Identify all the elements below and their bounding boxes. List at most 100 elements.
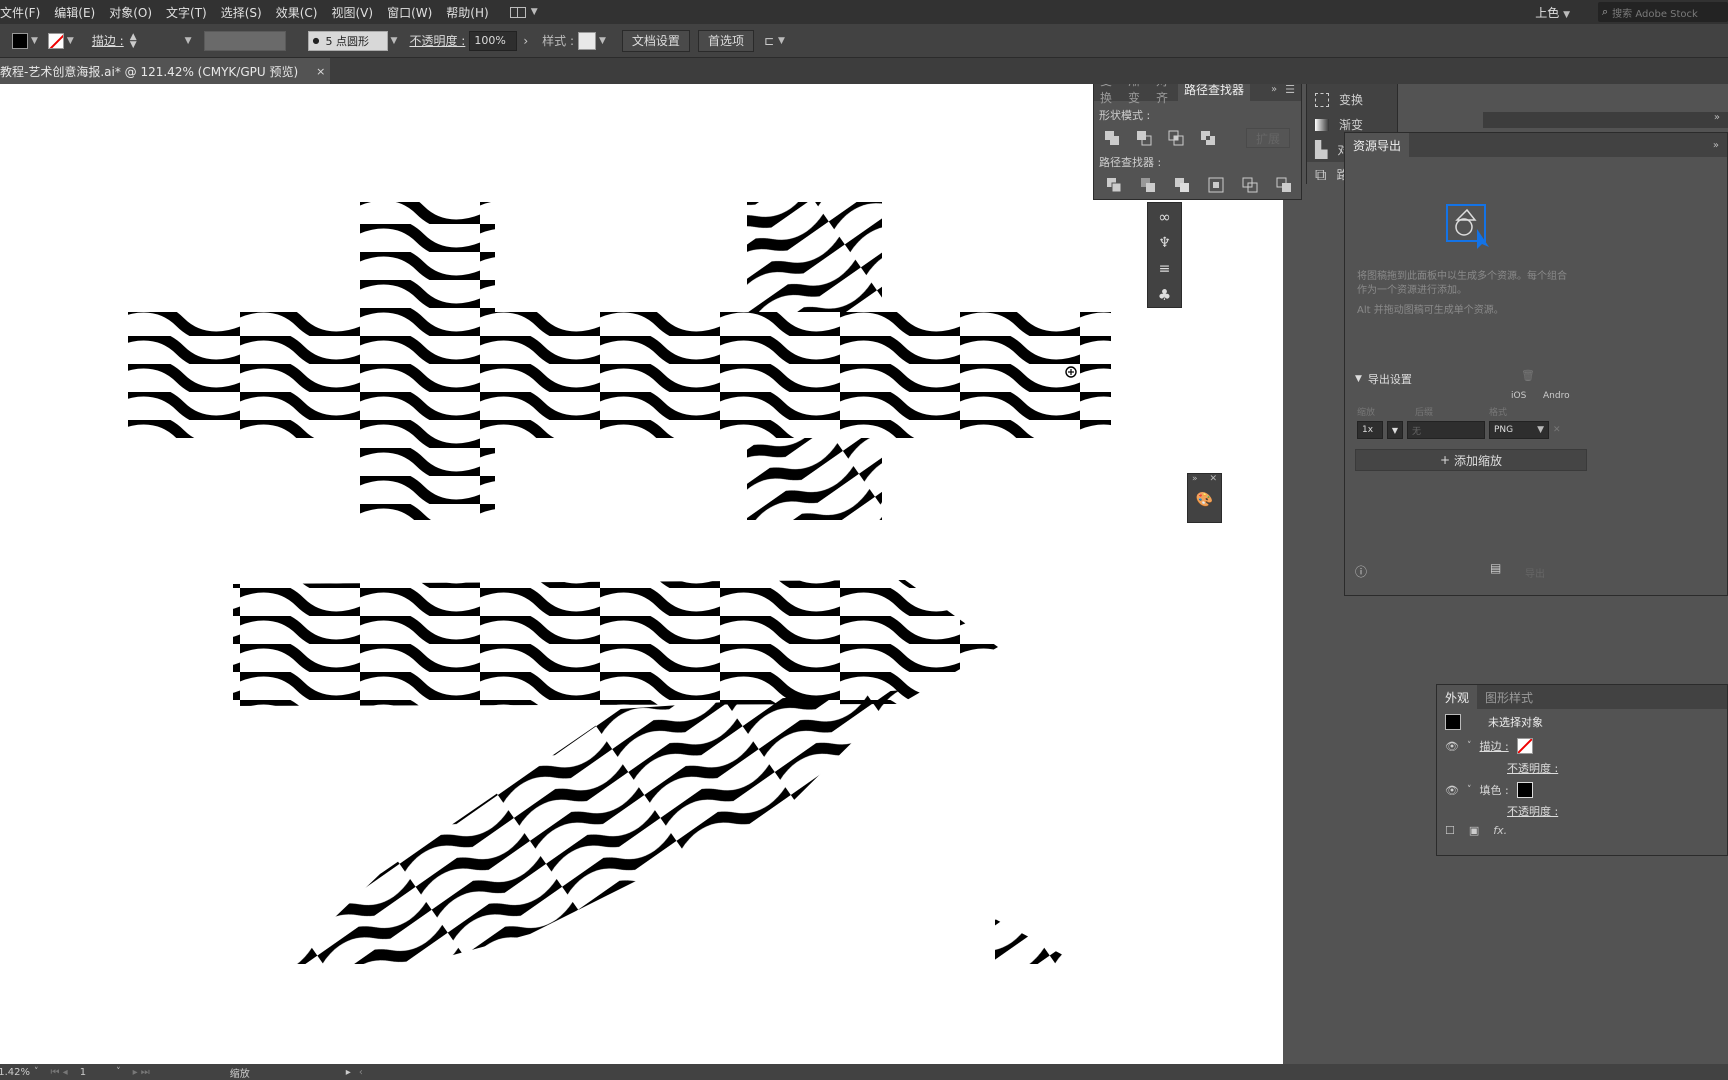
add-fill-icon[interactable]: ▣ — [1469, 824, 1479, 837]
stroke-weight-stepper[interactable]: ▲ ▼ — [130, 32, 137, 49]
appearance-fill-opacity-row[interactable]: 不透明度 : — [1437, 801, 1727, 821]
divide-icon[interactable] — [1104, 175, 1124, 195]
menu-file[interactable]: 文件(F) — [0, 4, 47, 21]
chevron-down-icon[interactable]: ˅ — [116, 1067, 121, 1077]
creative-cloud-icon[interactable]: ∞ — [1155, 207, 1175, 227]
strip-item-transform[interactable]: 变换 — [1307, 87, 1397, 112]
variable-width-field[interactable] — [203, 30, 286, 51]
minus-back-icon[interactable] — [1274, 175, 1294, 195]
opacity-field[interactable]: 100% — [469, 30, 518, 51]
palette-icon[interactable]: 🎨 — [1195, 490, 1215, 510]
asset-drop-zone[interactable] — [1445, 203, 1489, 249]
intersect-icon[interactable] — [1166, 128, 1186, 148]
stroke-swatch[interactable] — [47, 32, 64, 49]
tab-asset-export[interactable]: 资源导出 — [1345, 133, 1410, 157]
export-for-screens-icon[interactable]: ▤ — [1490, 561, 1501, 575]
tab-gradient[interactable]: 渐变 — [1122, 84, 1150, 106]
info-icon[interactable]: ⓘ — [1355, 563, 1367, 580]
chevron-down-icon[interactable]: ▼ — [185, 36, 192, 46]
stroke-attr-swatch[interactable] — [1516, 738, 1533, 754]
menu-window[interactable]: 窗口(W) — [380, 4, 439, 21]
collapse-icon[interactable]: » — [1271, 84, 1277, 95]
suffix-input[interactable]: 无 — [1407, 421, 1485, 439]
visibility-eye-icon[interactable]: 👁 — [1445, 784, 1459, 797]
chevron-right-icon[interactable]: › — [523, 34, 528, 48]
close-icon[interactable]: ✕ — [1209, 474, 1217, 484]
close-icon[interactable]: ✕ — [1383, 84, 1391, 87]
exclude-icon[interactable] — [1198, 128, 1218, 148]
chevron-down-icon[interactable]: ▼ — [778, 36, 785, 46]
brushes-icon[interactable]: ♆ — [1155, 233, 1175, 253]
tab-align[interactable]: 对齐 — [1150, 84, 1178, 106]
scale-select[interactable]: 1x — [1357, 421, 1383, 439]
chevron-down-icon[interactable]: ▼ — [599, 36, 606, 46]
trim-icon[interactable] — [1138, 175, 1158, 195]
chevron-down-icon[interactable]: ˅ — [34, 1067, 39, 1077]
tab-appearance[interactable]: 外观 — [1437, 685, 1478, 709]
workspace-switcher[interactable]: 上色 ▼ — [1535, 4, 1570, 21]
stroke-opacity-label[interactable]: 不透明度 : — [1507, 760, 1558, 776]
collapse-icon[interactable]: » — [1714, 112, 1720, 123]
add-scale-button[interactable]: + 添加缩放 — [1355, 449, 1587, 471]
collapse-icon[interactable]: » — [1192, 474, 1198, 484]
menu-select[interactable]: 选择(S) — [214, 4, 269, 21]
opacity-label[interactable]: 不透明度 : — [409, 32, 465, 49]
remove-row-icon[interactable]: ✕ — [1553, 425, 1561, 435]
first-artboard-icon[interactable]: ⏮ ◂ — [51, 1067, 68, 1078]
menu-view[interactable]: 视图(V) — [324, 4, 380, 21]
panel-menu-icon[interactable]: ☰ — [1285, 84, 1295, 96]
document-tab[interactable]: 教程-艺术创意海报.ai* @ 121.42% (CMYK/GPU 预览) × — [0, 58, 330, 84]
menu-type[interactable]: 文字(T) — [159, 4, 214, 21]
expand-button[interactable]: 扩展 — [1246, 128, 1291, 148]
chevron-down-icon[interactable]: ▼ — [67, 36, 74, 46]
collapse-icon[interactable]: » — [1368, 84, 1374, 87]
chevron-down-icon[interactable]: ˅ — [1467, 741, 1472, 751]
chevron-down-icon[interactable]: ▼ — [391, 36, 398, 46]
stroke-label[interactable]: 描边 : — [92, 32, 124, 49]
brush-definition-field[interactable]: ● 5 点圆形 — [307, 30, 388, 51]
tab-transform[interactable]: 变换 — [1094, 84, 1122, 106]
crop-icon[interactable] — [1206, 175, 1226, 195]
close-icon[interactable]: × — [316, 65, 325, 78]
visibility-eye-icon[interactable]: 👁 — [1445, 740, 1459, 753]
graphic-style-swatch[interactable] — [578, 31, 596, 50]
symbols-icon[interactable]: ♣ — [1155, 285, 1175, 305]
stroke-attr-label[interactable]: 描边 : — [1479, 738, 1508, 754]
scale-dropdown-button[interactable]: ▼ — [1387, 421, 1403, 439]
format-select[interactable]: PNG ▼ — [1489, 421, 1549, 439]
fill-opacity-label[interactable]: 不透明度 : — [1507, 803, 1558, 819]
menu-help[interactable]: 帮助(H) — [439, 4, 495, 21]
menu-effect[interactable]: 效果(C) — [269, 4, 325, 21]
appearance-fill-row[interactable]: 👁 ˅ 填色 : — [1437, 779, 1727, 801]
preferences-button[interactable]: 首选项 — [697, 29, 754, 52]
appearance-stroke-row[interactable]: 👁 ˅ 描边 : — [1437, 735, 1727, 757]
stroke-weight-field[interactable] — [140, 30, 181, 51]
export-settings-header[interactable]: ▼ 导出设置 — [1355, 371, 1412, 387]
delete-scale-icon[interactable]: 🗑 — [1521, 369, 1535, 382]
stroke-lines-icon[interactable]: ≡ — [1155, 259, 1175, 279]
chevron-down-icon[interactable]: ˅ — [1467, 785, 1472, 795]
outline-icon[interactable] — [1240, 175, 1260, 195]
chevron-down-icon[interactable]: ▼ — [31, 36, 38, 46]
fill-attr-swatch[interactable] — [1516, 782, 1533, 798]
platform-ios[interactable]: iOS — [1511, 391, 1526, 401]
fill-attr-label[interactable]: 填色 : — [1479, 782, 1508, 798]
stock-search-input[interactable]: ⌕ 搜索 Adobe Stock — [1598, 2, 1728, 22]
minus-front-icon[interactable] — [1134, 128, 1154, 148]
transform-again-icon[interactable]: ⊏ — [764, 34, 774, 48]
artboard-number[interactable]: 1 — [80, 1067, 86, 1078]
arrange-documents-button[interactable]: ▼ — [509, 6, 538, 18]
appearance-stroke-opacity-row[interactable]: 不透明度 : — [1437, 757, 1727, 779]
collapse-icon[interactable]: » — [1713, 140, 1719, 151]
merge-icon[interactable] — [1172, 175, 1192, 195]
tab-graphic-styles[interactable]: 图形样式 — [1477, 689, 1541, 706]
artboard[interactable] — [0, 84, 1283, 1064]
tab-pathfinder[interactable]: 路径查找器 — [1178, 84, 1251, 101]
menu-object[interactable]: 对象(O) — [102, 4, 159, 21]
menu-edit[interactable]: 编辑(E) — [47, 4, 102, 21]
platform-android[interactable]: Andro — [1543, 391, 1570, 401]
zoom-level[interactable]: 121.42% — [0, 1067, 30, 1078]
fill-swatch[interactable] — [12, 32, 28, 49]
scroll-left-arrow[interactable]: ‹ — [359, 1067, 363, 1078]
unite-icon[interactable] — [1102, 128, 1122, 148]
